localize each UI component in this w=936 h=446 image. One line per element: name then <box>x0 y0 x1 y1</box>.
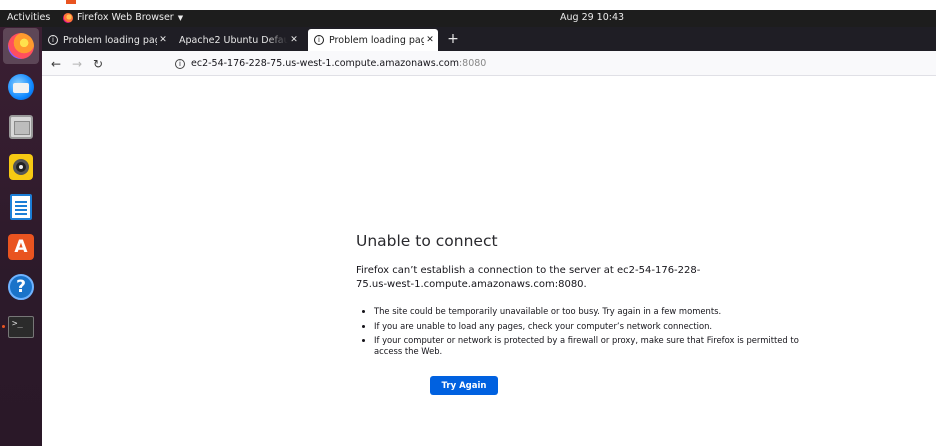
reload-icon[interactable]: ↻ <box>89 55 107 73</box>
dock-firefox[interactable] <box>3 28 39 64</box>
libreoffice-writer-icon <box>10 194 32 220</box>
tab-title: Problem loading page <box>63 34 157 46</box>
caret-down-icon: ▼ <box>177 13 184 22</box>
info-icon: i <box>314 35 324 45</box>
info-icon: i <box>48 35 58 45</box>
navigation-bar: ← → ↻ i ec2-54-176-228-75.us-west-1.comp… <box>42 51 936 76</box>
help-icon: ? <box>8 274 34 300</box>
dock: A ? >_ <box>0 27 42 446</box>
error-container: Unable to connect Firefox can’t establis… <box>356 232 816 360</box>
url-port: :8080 <box>458 58 487 69</box>
site-info-icon[interactable]: i <box>175 58 185 69</box>
suggestion-item: The site could be temporarily unavailabl… <box>374 306 816 317</box>
clock[interactable]: Aug 29 10:43 <box>560 12 624 23</box>
forward-arrow-icon[interactable]: → <box>68 55 86 73</box>
thunderbird-icon <box>8 74 34 100</box>
running-indicator <box>2 325 5 328</box>
new-tab-button[interactable]: + <box>444 30 462 48</box>
try-again-button[interactable]: Try Again <box>430 376 498 395</box>
activities-button[interactable]: Activities <box>7 12 50 23</box>
page-content: Unable to connect Firefox can’t establis… <box>42 76 936 446</box>
dock-software[interactable]: A <box>5 231 37 263</box>
suggestion-item: If you are unable to load any pages, che… <box>374 321 816 332</box>
dock-files[interactable] <box>5 111 37 143</box>
tab-title: Problem loading page <box>329 34 424 46</box>
dock-writer[interactable] <box>5 191 37 223</box>
url-host: ec2-54-176-228-75.us-west-1.compute.amaz… <box>191 58 459 69</box>
tab-title: Apache2 Ubuntu Default Page <box>179 34 288 46</box>
back-arrow-icon[interactable]: ← <box>47 55 65 73</box>
tab-1[interactable]: i Problem loading page ✕ <box>42 29 171 51</box>
tab-bar: i Problem loading page ✕ Apache2 Ubuntu … <box>42 27 936 51</box>
url-bar[interactable]: i ec2-54-176-228-75.us-west-1.compute.am… <box>175 54 935 73</box>
close-icon[interactable]: ✕ <box>157 35 169 45</box>
gnome-top-bar: Activities Firefox Web Browser ▼ Aug 29 … <box>0 10 936 27</box>
files-icon <box>9 115 33 139</box>
terminal-icon: >_ <box>8 316 34 338</box>
error-suggestions: The site could be temporarily unavailabl… <box>356 306 816 356</box>
close-icon[interactable]: ✕ <box>424 35 436 45</box>
rhythmbox-icon <box>9 154 33 180</box>
dock-rhythmbox[interactable] <box>5 151 37 183</box>
tab-3-active[interactable]: i Problem loading page ✕ <box>308 29 438 51</box>
tab-2[interactable]: Apache2 Ubuntu Default Page ✕ <box>173 29 302 51</box>
error-description: Firefox can’t establish a connection to … <box>356 265 701 290</box>
error-title: Unable to connect <box>356 232 498 250</box>
firefox-icon <box>8 33 34 59</box>
app-menu[interactable]: Firefox Web Browser ▼ <box>63 12 183 23</box>
dock-help[interactable]: ? <box>5 271 37 303</box>
outer-window-strip <box>0 0 936 10</box>
close-icon[interactable]: ✕ <box>288 35 300 45</box>
suggestion-item: If your computer or network is protected… <box>374 335 816 356</box>
firefox-small-icon <box>63 12 73 23</box>
dock-terminal[interactable]: >_ <box>5 311 37 343</box>
ubuntu-software-icon: A <box>8 234 34 260</box>
orange-indicator <box>66 0 76 4</box>
dock-thunderbird[interactable] <box>5 71 37 103</box>
app-menu-label: Firefox Web Browser <box>77 12 174 23</box>
